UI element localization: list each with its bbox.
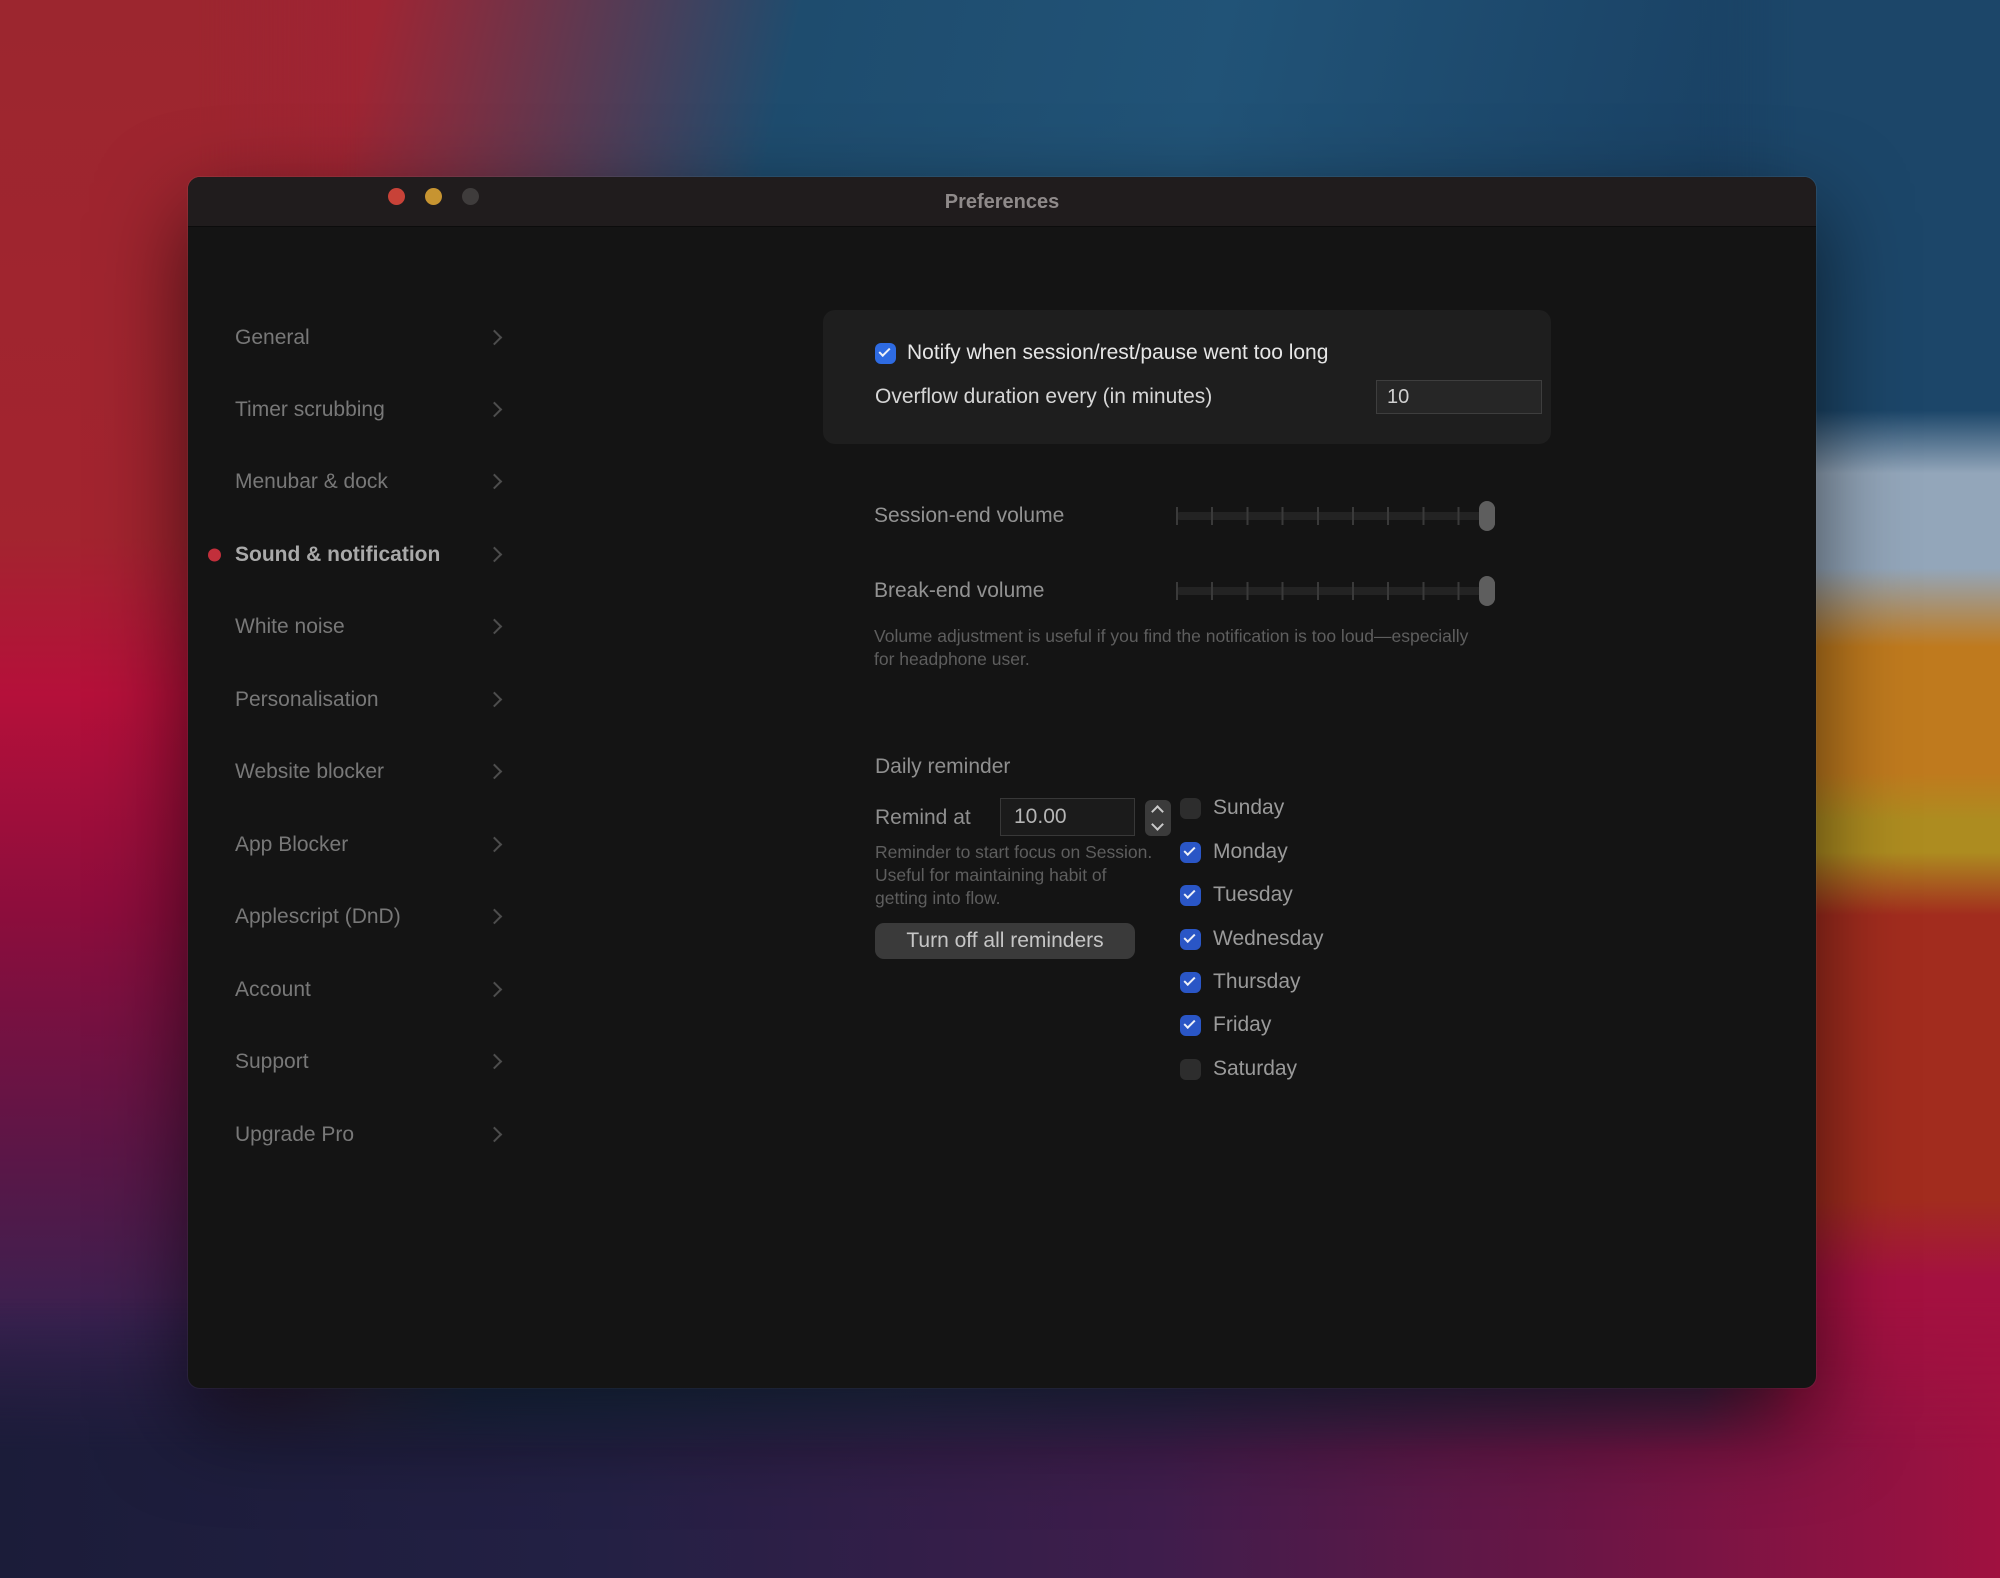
sidebar-item-white-noise[interactable]: White noise [208, 609, 508, 645]
day-row-thursday: Thursday [1180, 968, 1301, 996]
check-icon [1183, 886, 1195, 898]
chevron-right-icon [487, 764, 503, 780]
sidebar-item-general[interactable]: General [208, 320, 508, 356]
remind-time-input[interactable] [1000, 798, 1135, 836]
sunday-checkbox[interactable] [1180, 798, 1201, 819]
day-row-saturday: Saturday [1180, 1055, 1297, 1083]
notify-checkbox[interactable] [875, 343, 896, 364]
sidebar-item-account[interactable]: Account [208, 972, 508, 1008]
check-icon [1183, 1016, 1195, 1028]
slider-thumb[interactable] [1479, 501, 1495, 531]
day-row-monday: Monday [1180, 838, 1288, 866]
check-icon [1183, 973, 1195, 985]
chevron-right-icon [487, 1054, 503, 1070]
chevron-right-icon [487, 402, 503, 418]
reminder-help-text: Reminder to start focus on Session. Usef… [875, 841, 1163, 910]
day-row-wednesday: Wednesday [1180, 925, 1324, 953]
check-icon [1183, 930, 1195, 942]
active-indicator-dot [208, 549, 221, 562]
sidebar-item-applescript-dnd[interactable]: Applescript (DnD) [208, 899, 508, 935]
day-row-friday: Friday [1180, 1011, 1271, 1039]
slider-ticks [1176, 582, 1495, 600]
friday-checkbox[interactable] [1180, 1015, 1201, 1036]
sidebar-item-personalisation[interactable]: Personalisation [208, 682, 508, 718]
slider-ticks [1176, 507, 1495, 525]
chevron-right-icon [487, 982, 503, 998]
chevron-down-icon[interactable] [1151, 818, 1164, 831]
tuesday-checkbox[interactable] [1180, 885, 1201, 906]
desktop: Preferences General Timer scrubbing Menu… [0, 0, 2000, 1578]
sidebar-item-website-blocker[interactable]: Website blocker [208, 754, 508, 790]
sidebar-item-upgrade-pro[interactable]: Upgrade Pro [208, 1117, 508, 1153]
wednesday-checkbox[interactable] [1180, 929, 1201, 950]
break-end-volume-slider[interactable] [1176, 576, 1495, 606]
preferences-window: Preferences General Timer scrubbing Menu… [188, 177, 1816, 1388]
chevron-right-icon [487, 619, 503, 635]
turn-off-all-reminders-button[interactable]: Turn off all reminders [875, 923, 1135, 959]
daily-reminder-title: Daily reminder [875, 755, 1010, 779]
slider-thumb[interactable] [1479, 576, 1495, 606]
sidebar-item-timer-scrubbing[interactable]: Timer scrubbing [208, 392, 508, 428]
check-icon [1183, 843, 1195, 855]
time-stepper[interactable] [1145, 800, 1171, 836]
overflow-notification-panel: Notify when session/rest/pause went too … [823, 310, 1551, 444]
chevron-right-icon [487, 330, 503, 346]
check-icon [878, 344, 890, 356]
overflow-duration-label: Overflow duration every (in minutes) [875, 385, 1212, 409]
monday-checkbox[interactable] [1180, 842, 1201, 863]
remind-at-label: Remind at [875, 806, 971, 830]
chevron-right-icon [487, 474, 503, 490]
sidebar-item-menubar-dock[interactable]: Menubar & dock [208, 464, 508, 500]
session-end-volume-label: Session-end volume [874, 504, 1064, 528]
chevron-right-icon [487, 692, 503, 708]
chevron-right-icon [487, 837, 503, 853]
day-row-tuesday: Tuesday [1180, 881, 1293, 909]
thursday-checkbox[interactable] [1180, 972, 1201, 993]
day-row-sunday: Sunday [1180, 794, 1284, 822]
sidebar-item-support[interactable]: Support [208, 1044, 508, 1080]
volume-help-text: Volume adjustment is useful if you find … [874, 625, 1486, 671]
sidebar-item-sound-notification[interactable]: Sound & notification [208, 537, 508, 573]
chevron-right-icon [487, 909, 503, 925]
chevron-up-icon[interactable] [1151, 805, 1164, 818]
notify-checkbox-label: Notify when session/rest/pause went too … [907, 341, 1328, 365]
chevron-right-icon [487, 1127, 503, 1143]
saturday-checkbox[interactable] [1180, 1059, 1201, 1080]
overflow-duration-input[interactable] [1376, 380, 1542, 414]
sidebar-item-app-blocker[interactable]: App Blocker [208, 827, 508, 863]
session-end-volume-slider[interactable] [1176, 501, 1495, 531]
break-end-volume-label: Break-end volume [874, 579, 1044, 603]
window-title: Preferences [188, 177, 1816, 227]
titlebar: Preferences [188, 177, 1816, 227]
chevron-right-icon [487, 547, 503, 563]
